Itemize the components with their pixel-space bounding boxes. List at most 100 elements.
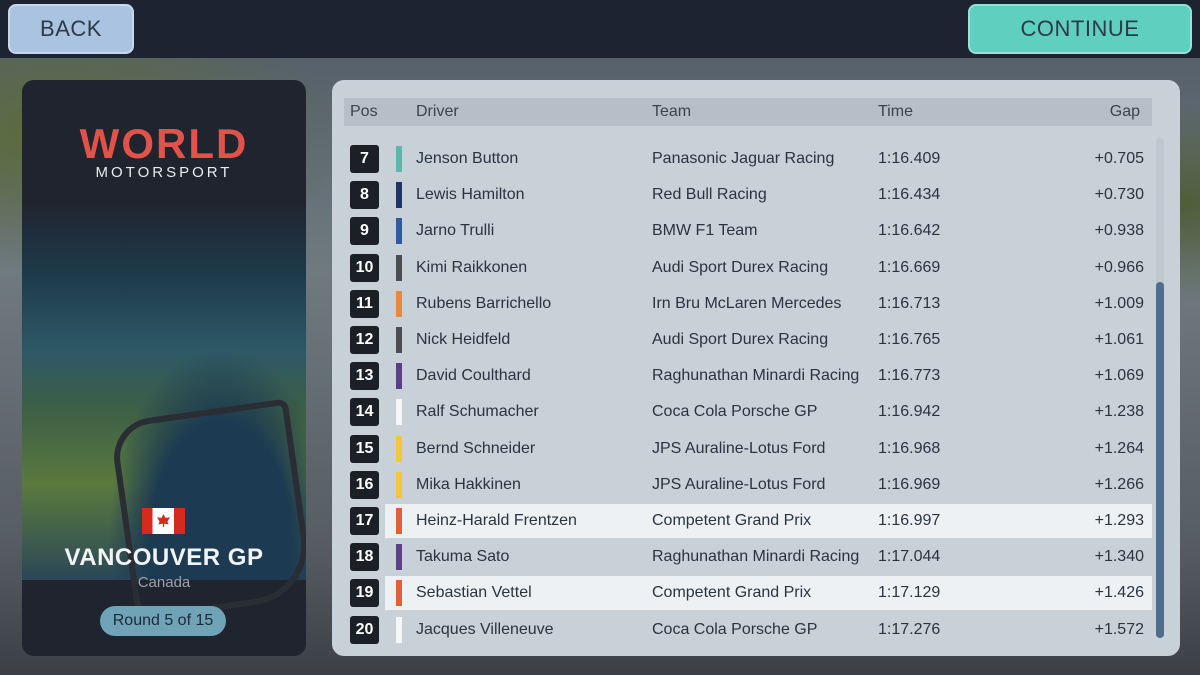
driver-name: Nick Heidfeld (416, 331, 511, 348)
team-color-stripe (396, 471, 402, 498)
driver-name: Jarno Trulli (416, 222, 495, 240)
driver-name: Mika Hakkinen (416, 475, 521, 493)
table-row[interactable]: 9 Jarno Trulli BMW F1 Team 1:16.642 +0.938 (344, 214, 1152, 248)
gap-value: +1.426 (1094, 584, 1144, 602)
position-badge: 17 (350, 507, 379, 535)
scrollbar-thumb[interactable] (1156, 282, 1164, 638)
position-badge: 14 (350, 398, 379, 427)
lap-time: 1:17.044 (878, 548, 941, 566)
driver-name: Ralf Schumacher (416, 403, 539, 421)
logo-motorsport-text: MOTORSPORT (95, 164, 233, 181)
position-badge: 9 (350, 217, 379, 246)
back-button[interactable]: BACK (8, 4, 134, 54)
gap-value: +1.264 (1094, 439, 1144, 457)
table-row[interactable]: 7 Jenson Button Panasonic Jaguar Racing 1:1… (344, 142, 1152, 176)
event-name: VANCOUVER GP (64, 544, 264, 571)
gap-value: +1.061 (1094, 331, 1144, 348)
driver-name: Jenson Button (416, 150, 519, 167)
lap-time: 1:17.276 (878, 620, 941, 638)
table-row[interactable]: 13 David Coulthard Raghunathan Minardi Rac… (344, 359, 1152, 393)
results-panel: Pos Driver Team Time Gap 7 Jenson Button P… (332, 80, 1180, 656)
table-row[interactable]: 12 Nick Heidfeld Audi Sport Durex Racing 1:… (344, 323, 1152, 357)
table-row[interactable]: 11 Rubens Barrichello Irn Bru McLaren Merc… (344, 287, 1152, 321)
team-color-stripe (396, 182, 402, 209)
team-name: BMW F1 Team (652, 222, 758, 240)
team-color-stripe (396, 218, 402, 245)
event-card: WORLD MOTORSPORT VANCOUVER GP Canada Rou… (22, 80, 306, 656)
table-row[interactable]: 10 Kimi Raikkonen Audi Sport Durex Racing 1… (344, 251, 1152, 285)
logo-world-text: WORLD (79, 120, 249, 167)
table-row[interactable]: 17 Heinz-Harald Frentzen Competent Grand P… (350, 504, 1152, 538)
position-badge: 15 (350, 434, 379, 463)
team-name: Competent Grand Prix (652, 512, 812, 529)
team-name: JPS Auraline-Lotus Ford (652, 439, 826, 457)
column-header-team: Team (652, 103, 692, 120)
table-row[interactable]: 8 Lewis Hamilton Red Bull Racing 1:16.434 +0… (344, 178, 1152, 212)
team-color-stripe (396, 146, 402, 172)
results-list[interactable]: 7 Jenson Button Panasonic Jaguar Racing 1:1… (344, 128, 1152, 648)
position-badge: 10 (350, 253, 379, 282)
round-badge: Round 5 of 15 (100, 606, 226, 636)
table-row[interactable]: 16 Mika Hakkinen JPS Auraline-Lotus Ford 1:… (344, 468, 1152, 502)
table-row[interactable]: 20 Jacques Villeneuve Coca Cola Porsche GP… (344, 613, 1152, 647)
lap-time: 1:16.434 (878, 186, 941, 204)
lap-time: 1:16.409 (878, 150, 941, 167)
table-row[interactable]: 18 Takuma Sato Raghunathan Minardi Racing 1… (344, 540, 1152, 574)
gap-value: +1.340 (1094, 548, 1144, 566)
lap-time: 1:17.129 (878, 584, 941, 602)
table-row[interactable]: 14 Ralf Schumacher Coca Cola Porsche GP 1:1… (344, 395, 1152, 429)
lap-time: 1:16.942 (878, 403, 941, 421)
table-row[interactable]: 19 Sebastian Vettel Competent Grand Prix 1:… (350, 576, 1152, 611)
driver-name: Lewis Hamilton (416, 186, 525, 204)
team-color-stripe (396, 399, 402, 426)
team-color-stripe (396, 363, 402, 390)
gap-value: +0.730 (1094, 186, 1144, 204)
gap-value: +1.293 (1094, 512, 1144, 529)
driver-name: Kimi Raikkonen (416, 258, 528, 276)
driver-name: Bernd Schneider (416, 439, 536, 457)
driver-name: Takuma Sato (416, 548, 510, 566)
gap-value: +0.938 (1094, 222, 1144, 240)
team-color-stripe (396, 616, 402, 643)
driver-name: Rubens Barrichello (416, 294, 552, 312)
team-color-stripe (396, 508, 402, 534)
team-name: Red Bull Racing (652, 186, 767, 204)
team-name: Panasonic Jaguar Racing (652, 150, 835, 167)
team-color-stripe (396, 544, 402, 571)
position-badge: 8 (350, 181, 379, 210)
results-header: Pos Driver Team Time Gap (344, 98, 1152, 126)
driver-name: David Coulthard (416, 367, 531, 385)
team-name: JPS Auraline-Lotus Ford (652, 475, 826, 493)
gap-value: +0.966 (1094, 258, 1144, 276)
canada-flag-icon (142, 508, 185, 534)
team-name: Raghunathan Minardi Racing (652, 548, 860, 566)
gap-value: +1.009 (1094, 294, 1144, 312)
team-color-stripe (396, 327, 402, 353)
lap-time: 1:16.669 (878, 258, 941, 276)
table-row[interactable]: 15 Bernd Schneider JPS Auraline-Lotus Ford… (344, 432, 1152, 466)
lap-time: 1:16.713 (878, 294, 941, 312)
position-badge: 12 (350, 326, 379, 354)
continue-button[interactable]: CONTINUE (968, 4, 1192, 54)
team-name: Coca Cola Porsche GP (652, 620, 818, 638)
team-name: Competent Grand Prix (652, 584, 812, 602)
lap-time: 1:16.968 (878, 439, 941, 457)
team-name: Raghunathan Minardi Racing (652, 367, 860, 385)
position-badge: 13 (350, 362, 379, 391)
driver-name: Heinz-Harald Frentzen (416, 512, 577, 529)
team-name: Audi Sport Durex Racing (652, 258, 829, 276)
position-badge: 20 (350, 615, 379, 644)
gap-value: +1.266 (1094, 475, 1144, 493)
team-color-stripe (396, 580, 402, 607)
driver-name: Jacques Villeneuve (416, 620, 554, 638)
event-country: Canada (137, 574, 191, 591)
team-name: Coca Cola Porsche GP (652, 403, 818, 421)
position-badge: 11 (350, 289, 379, 318)
column-header-driver: Driver (416, 103, 459, 120)
column-header-time: Time (878, 103, 913, 120)
team-color-stripe (396, 435, 402, 462)
position-badge: 16 (350, 470, 379, 499)
team-color-stripe (396, 254, 402, 281)
gap-value: +1.238 (1094, 403, 1144, 421)
lap-time: 1:16.969 (878, 475, 941, 493)
